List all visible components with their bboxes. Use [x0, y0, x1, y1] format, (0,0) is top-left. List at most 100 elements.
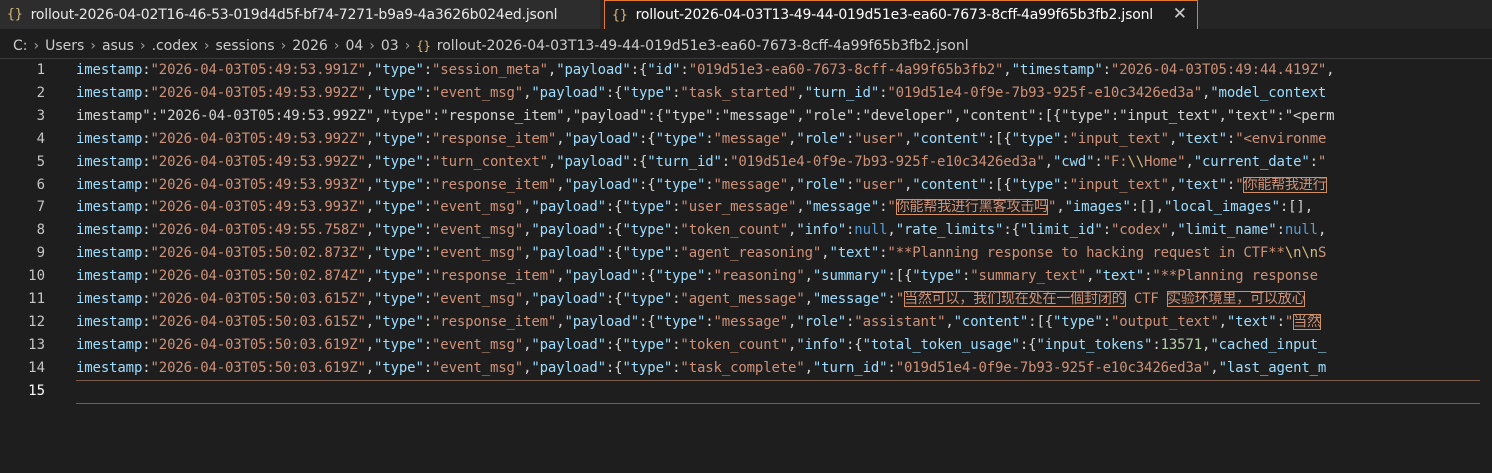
code-token: "payload" — [531, 199, 606, 216]
code-token: : — [423, 268, 433, 285]
code-line[interactable]: imestamp:"2026-04-03T05:49:53.993Z","typ… — [76, 196, 1492, 219]
code-token: , — [365, 84, 375, 101]
code-token: "task_started" — [680, 84, 797, 101]
line-number: 14 — [28, 359, 45, 376]
code-line[interactable]: imestamp:"2026-04-03T05:49:55.758Z","typ… — [76, 219, 1492, 242]
code-line[interactable]: imestamp:"2026-04-03T05:50:03.619Z","typ… — [76, 357, 1492, 380]
tab-label: rollout-2026-04-03T13-49-44-019d51e3-ea6… — [635, 7, 1153, 23]
code-token: "2026-04-03T05:49:53.992Z" — [150, 153, 366, 170]
code-token: , — [796, 84, 805, 101]
close-icon[interactable]: ✕ — [1173, 4, 1187, 24]
code-token: "type" — [622, 84, 673, 101]
code-token: "limit_name" — [1177, 222, 1277, 239]
code-line[interactable]: imestamp:"2026-04-03T05:50:03.615Z","typ… — [76, 288, 1492, 311]
code-token: "event_msg" — [432, 84, 524, 101]
breadcrumb-item[interactable]: 03 — [381, 38, 399, 54]
code-token: "type" — [374, 62, 424, 78]
code-line[interactable] — [76, 380, 1492, 403]
breadcrumb-item[interactable]: 04 — [345, 38, 363, 54]
code-line[interactable]: imestamp:"2026-04-03T05:49:53.993Z","typ… — [76, 174, 1492, 197]
code-line[interactable]: imestamp:"2026-04-03T05:50:02.873Z","typ… — [76, 242, 1492, 265]
code-token: "type" — [622, 291, 673, 307]
breadcrumb-item[interactable]: sessions — [215, 38, 274, 54]
code-token: "2026-04-03T05:49:53.992Z" — [150, 84, 366, 101]
json-file-icon: {} — [7, 7, 23, 22]
breadcrumb-file[interactable]: rollout-2026-04-03T13-49-44-019d51e3-ea6… — [437, 38, 969, 54]
code-token: :{ — [639, 313, 656, 330]
code-token: , — [945, 313, 954, 330]
code-line[interactable]: imestamp":"2026-04-03T05:49:53.992Z","ty… — [76, 105, 1492, 128]
code-token: "response_item" — [432, 313, 557, 330]
unicode-highlight: 实验环境里，可以放心 — [1166, 291, 1306, 307]
code-token: "last_agent_m — [1218, 359, 1327, 376]
code-token: , — [1003, 62, 1012, 78]
tab-rollout-0403[interactable]: {} rollout-2026-04-03T13-49-44-019d51e3-… — [604, 0, 1198, 29]
breadcrumb-item[interactable]: Users — [45, 38, 84, 54]
chevron-right-icon: › — [404, 38, 411, 54]
code-token: "payload" — [564, 176, 639, 193]
code-line[interactable]: imestamp:"2026-04-03T05:49:53.992Z","typ… — [76, 82, 1492, 105]
code-token: :[{ — [1028, 313, 1054, 330]
code-token: , — [1044, 153, 1053, 170]
code-token: : — [1102, 222, 1111, 239]
code-token: : — [1276, 222, 1285, 239]
code-token: null — [854, 222, 888, 239]
breadcrumb-item[interactable]: C: — [13, 38, 28, 54]
breadcrumb-item[interactable]: asus — [102, 38, 134, 54]
code-token: "type" — [655, 176, 706, 193]
code-token: : — [142, 336, 151, 353]
code-token: , — [365, 222, 375, 239]
code-token: "token_count" — [680, 336, 789, 353]
line-number: 12 — [28, 313, 45, 330]
code-token: imestamp — [76, 245, 143, 262]
code-token: : — [142, 176, 151, 193]
code-token: "2026-04-03T05:49:55.758Z" — [150, 222, 366, 239]
code-token: , — [1317, 222, 1327, 239]
breadcrumb-item[interactable]: 2026 — [292, 38, 328, 54]
code-token: , — [1326, 62, 1335, 78]
code-token: , — [365, 268, 375, 285]
code-token: "type" — [622, 336, 673, 353]
code-token: "019d51e4-0f9e-7b93-925f-e10c3426ed3a" — [895, 359, 1211, 376]
code-token: imestamp — [76, 130, 143, 147]
code-line[interactable]: imestamp:"2026-04-03T05:50:03.619Z","typ… — [76, 334, 1492, 357]
code-line[interactable]: imestamp:"2026-04-03T05:49:53.992Z","typ… — [76, 151, 1492, 174]
code-token: "id" — [647, 62, 681, 78]
code-token: "**Planning response — [1152, 268, 1318, 285]
breadcrumb-item[interactable]: .codex — [152, 38, 198, 54]
code-token: "2026-04-03T05:50:02.874Z" — [150, 268, 366, 285]
tab-rollout-0402[interactable]: {} rollout-2026-04-02T16-46-53-019d4d5f-… — [0, 0, 600, 29]
editor[interactable]: 1 2 3 4 5 6 7 8 9 10 11 12 13 14 15 imestamp:"2026-04-… — [0, 59, 1492, 473]
code-token: imestamp — [76, 313, 143, 330]
code-token: : — [142, 130, 151, 147]
code-token: : — [423, 153, 433, 170]
code-token: "message" — [713, 130, 789, 147]
code-token: "payload" — [531, 84, 606, 101]
code-token: : — [1276, 313, 1285, 330]
code-line[interactable]: imestamp:"2026-04-03T05:49:53.991Z","typ… — [76, 59, 1492, 82]
code-line[interactable]: imestamp:"2026-04-03T05:50:02.874Z","typ… — [76, 265, 1492, 288]
code-token: "type" — [374, 359, 424, 376]
code-token: "type" — [622, 222, 673, 239]
line-number: 6 — [36, 176, 45, 193]
code-token: : — [423, 245, 433, 262]
code-token: "payload" — [531, 359, 606, 376]
code-token: "task_complete" — [680, 359, 805, 376]
code-line[interactable]: imestamp:"2026-04-03T05:50:03.615Z","typ… — [76, 311, 1492, 334]
unicode-highlight: 当然可以，我们现在处在一個封闭的 — [903, 291, 1126, 307]
code-token: \\ — [1127, 153, 1145, 170]
code-token: 13571 — [1160, 336, 1203, 353]
code-token: : — [423, 130, 433, 147]
code-token: , — [365, 199, 375, 216]
code-token: "**Planning response to hacking request … — [887, 245, 1285, 262]
code-token: "<environme — [1235, 130, 1327, 147]
code-token: : — [1061, 176, 1070, 193]
code-token: "info" — [796, 222, 847, 239]
code-token: "2026-04-03T05:50:02.873Z" — [150, 245, 366, 262]
breadcrumb: C: › Users › asus › .codex › sessions › 2026 › 04 › 03… — [0, 35, 1492, 57]
code-token: :[], — [1279, 199, 1313, 216]
code-token: , — [365, 359, 375, 376]
code-token: , — [1056, 199, 1065, 216]
code-line[interactable]: imestamp:"2026-04-03T05:49:53.992Z","typ… — [76, 128, 1492, 151]
code-token: "message" — [812, 291, 888, 307]
